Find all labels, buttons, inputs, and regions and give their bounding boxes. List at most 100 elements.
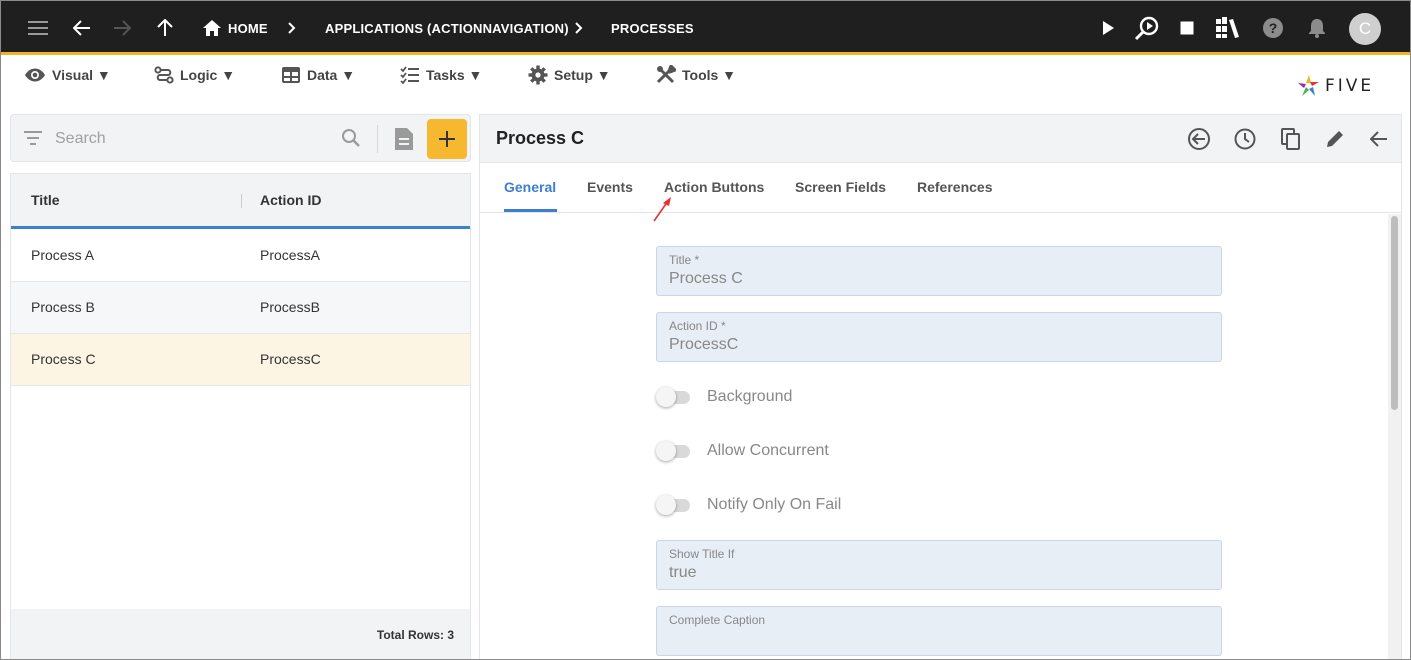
cell-title: Process B: [31, 299, 95, 315]
title-field-value: Process C: [669, 270, 743, 287]
back-arrow-icon[interactable]: [68, 14, 96, 42]
show-title-if-label: Show Title If: [669, 547, 735, 561]
cell-action-id: ProcessA: [260, 247, 320, 263]
table-row[interactable]: Process B ProcessB: [11, 282, 470, 334]
copy-icon[interactable]: [1278, 126, 1304, 152]
toggle-knob[interactable]: [656, 441, 676, 461]
general-form: Title * Process C Action ID * ProcessC B…: [480, 214, 1388, 659]
action-id-field[interactable]: Action ID * ProcessC: [656, 312, 1222, 362]
svg-text:?: ?: [1269, 20, 1278, 36]
search-bar: [10, 114, 471, 162]
column-divider[interactable]: [241, 194, 242, 208]
back-arrow-icon[interactable]: [1366, 126, 1392, 152]
flow-icon: [154, 66, 174, 84]
tab-events[interactable]: Events: [587, 179, 633, 195]
plus-icon: [439, 131, 455, 147]
main-menu: Visual ▼ Logic ▼ Data ▼ Tasks ▼ Setup ▼ …: [1, 58, 1410, 110]
up-arrow-icon[interactable]: [151, 14, 179, 42]
background-toggle-label: Background: [707, 388, 793, 405]
menu-tools-label: Tools ▼: [682, 67, 737, 83]
logo-text: FIVE: [1325, 76, 1375, 96]
breadcrumb-applications[interactable]: APPLICATIONS (ACTIONNAVIGATION): [325, 1, 569, 55]
clock-icon[interactable]: [1232, 126, 1258, 152]
records-table: Title Action ID Process A ProcessA Proce…: [10, 173, 471, 659]
notify-only-on-fail-toggle-label: Notify Only On Fail: [707, 496, 842, 513]
menu-visual[interactable]: Visual ▼: [24, 64, 111, 86]
stop-icon[interactable]: [1173, 14, 1201, 42]
menu-logic-label: Logic ▼: [180, 67, 236, 83]
bell-icon[interactable]: [1303, 14, 1331, 42]
five-logo: FIVE: [1297, 73, 1387, 99]
active-tab-indicator: [504, 209, 557, 212]
five-logo-mark-icon: [1298, 75, 1319, 96]
menu-setup[interactable]: Setup ▼: [528, 64, 611, 86]
menu-data-label: Data ▼: [307, 67, 356, 83]
table-row-selected[interactable]: Process C ProcessC: [11, 334, 470, 386]
detail-tabs: General Events Action Buttons Screen Fie…: [480, 163, 1401, 213]
table-row[interactable]: Process A ProcessA: [11, 230, 470, 282]
tab-references[interactable]: References: [917, 179, 993, 195]
complete-caption-field[interactable]: Complete Caption: [656, 606, 1222, 656]
search-icon[interactable]: [341, 128, 361, 153]
help-icon[interactable]: ?: [1259, 14, 1287, 42]
home-icon[interactable]: [198, 14, 226, 42]
menu-logic[interactable]: Logic ▼: [154, 64, 235, 86]
table-icon: [282, 67, 300, 83]
add-button[interactable]: [427, 119, 467, 159]
document-icon[interactable]: [394, 127, 414, 156]
detail-header: Process C: [480, 115, 1401, 163]
title-field[interactable]: Title * Process C: [656, 246, 1222, 296]
cell-title: Process C: [31, 351, 96, 367]
breadcrumb-home[interactable]: HOME: [228, 1, 268, 55]
eye-icon: [25, 68, 45, 82]
toggle-knob[interactable]: [656, 387, 676, 407]
cell-action-id: ProcessB: [260, 299, 320, 315]
menu-tools[interactable]: Tools ▼: [656, 64, 736, 86]
divider: [377, 125, 378, 153]
detail-panel: Process C General Events Action Buttons …: [479, 114, 1402, 659]
tab-action-buttons[interactable]: Action Buttons: [664, 179, 764, 195]
breadcrumb-processes[interactable]: PROCESSES: [611, 1, 694, 55]
checklist-icon: [400, 66, 419, 84]
table-header: Title Action ID: [11, 174, 470, 229]
complete-caption-label: Complete Caption: [669, 613, 766, 627]
tab-screen-fields[interactable]: Screen Fields: [795, 179, 886, 195]
library-icon[interactable]: [1214, 14, 1242, 42]
app-window: HOME APPLICATIONS (ACTIONNAVIGATION) PRO…: [0, 0, 1411, 660]
tab-general[interactable]: General: [504, 179, 556, 195]
page-title: Process C: [496, 128, 585, 148]
action-id-field-value: ProcessC: [669, 336, 739, 353]
filter-icon[interactable]: [24, 131, 42, 150]
chevron-right-icon: [574, 19, 590, 37]
total-rows: Total Rows: 3: [376, 628, 454, 642]
show-title-if-field[interactable]: Show Title If true: [656, 540, 1222, 590]
title-field-label: Title *: [669, 253, 700, 267]
cell-action-id: ProcessC: [260, 351, 321, 367]
show-title-if-value: true: [669, 564, 697, 581]
forward-arrow-icon[interactable]: [108, 14, 136, 42]
column-header-title[interactable]: Title: [31, 192, 60, 208]
gear-icon: [528, 65, 548, 85]
search-input[interactable]: [55, 128, 325, 150]
column-header-action-id[interactable]: Action ID: [260, 192, 321, 208]
history-back-icon[interactable]: [1186, 126, 1212, 152]
menu-data[interactable]: Data ▼: [281, 64, 355, 86]
top-bar: HOME APPLICATIONS (ACTIONNAVIGATION) PRO…: [1, 1, 1410, 55]
allow-concurrent-toggle-label: Allow Concurrent: [707, 442, 829, 459]
form-scrollbar[interactable]: [1388, 214, 1401, 659]
menu-setup-label: Setup ▼: [554, 67, 611, 83]
scrollbar-thumb[interactable]: [1391, 216, 1398, 410]
edit-icon[interactable]: [1322, 126, 1348, 152]
list-panel: Title Action ID Process A ProcessA Proce…: [10, 114, 471, 659]
toggle-knob[interactable]: [656, 495, 676, 515]
action-id-field-label: Action ID *: [669, 319, 726, 333]
play-icon[interactable]: [1094, 14, 1122, 42]
menu-tasks-label: Tasks ▼: [426, 67, 483, 83]
menu-visual-label: Visual ▼: [52, 67, 111, 83]
tools-icon: [656, 65, 676, 84]
avatar[interactable]: C: [1349, 13, 1381, 45]
debug-search-icon[interactable]: [1133, 14, 1161, 42]
menu-icon[interactable]: [24, 14, 52, 42]
table-footer: Total Rows: 3: [11, 609, 470, 659]
menu-tasks[interactable]: Tasks ▼: [400, 64, 482, 86]
